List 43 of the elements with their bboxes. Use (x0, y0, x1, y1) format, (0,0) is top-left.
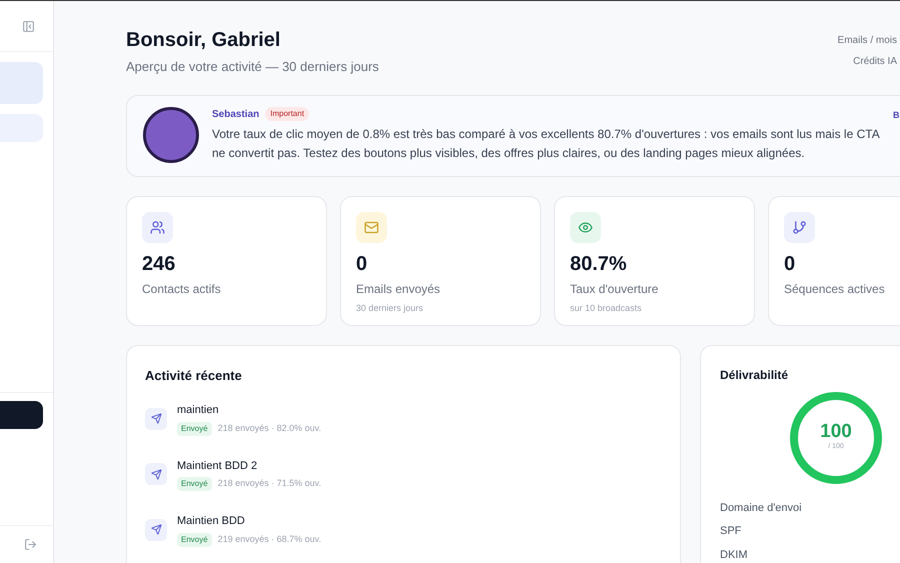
stat-note: 30 derniers jours (356, 302, 424, 315)
author-name: Sebastian (212, 108, 260, 122)
mail-icon (364, 220, 379, 234)
activity-meta: 218 envoyés · 82.0% ouv. (218, 422, 322, 435)
card-title: Délivrabilité (720, 366, 790, 384)
activity-name[interactable]: Maintien BDD (177, 513, 322, 530)
insight-message: Votre taux de clic moyen de 0.8% est très bas comparé à vos excellents 80.7% d'ouvertures : vos emails sont lus mais le CTA ne convertit pas. Testez des boutons plus visibles, des offres plus claires, ou des landing pages mieux alignées. (212, 126, 880, 162)
activity-name[interactable]: Maintient BDD 2 (177, 458, 322, 474)
send-icon (145, 408, 167, 430)
score-value: 100 (820, 422, 852, 442)
status-badge: Envoyé (177, 422, 212, 436)
greeting-title: Bonsoir, Gabriel (126, 28, 282, 53)
logout-icon[interactable] (24, 538, 37, 551)
send-icon (145, 518, 167, 541)
page-subtitle: Aperçu de votre activité — 30 derniers jours (126, 58, 379, 76)
stat-label: Séquences actives (784, 280, 886, 298)
activity-meta: 219 envoyés · 68.7% ouv. (218, 532, 322, 546)
branch-icon (792, 220, 807, 234)
quota-label: Emails / mois (838, 34, 897, 48)
eye-icon (578, 220, 593, 234)
users-icon (150, 220, 165, 234)
check-label: SPF (720, 524, 742, 539)
card-title: Activité récente (145, 366, 243, 384)
stat-label: Contacts actifs (142, 280, 222, 298)
stat-label: Emails envoyés (356, 280, 442, 298)
stat-value: 0 (784, 252, 796, 276)
primary-button[interactable] (0, 401, 43, 429)
status-badge: Envoyé (177, 477, 212, 491)
activity-name[interactable]: maintien (177, 402, 322, 418)
insight-side-text: B (893, 108, 900, 122)
check-label: Domaine d'envoi (720, 500, 803, 516)
activity-meta: 218 envoyés · 71.5% ouv. (218, 477, 322, 490)
status-badge: Envoyé (177, 532, 212, 546)
stat-note: sur 10 broadcasts (570, 302, 643, 314)
stat-label: Taux d'ouverture (570, 280, 660, 298)
stat-value: 246 (142, 252, 176, 276)
stat-value: 0 (356, 252, 368, 276)
quota-label: Crédits IA (853, 55, 897, 69)
collapse-sidebar-icon[interactable] (22, 20, 35, 32)
send-icon (145, 463, 167, 486)
check-label: DKIM (720, 548, 748, 562)
priority-badge: Important (265, 107, 310, 121)
stat-value: 80.7% (570, 252, 628, 276)
